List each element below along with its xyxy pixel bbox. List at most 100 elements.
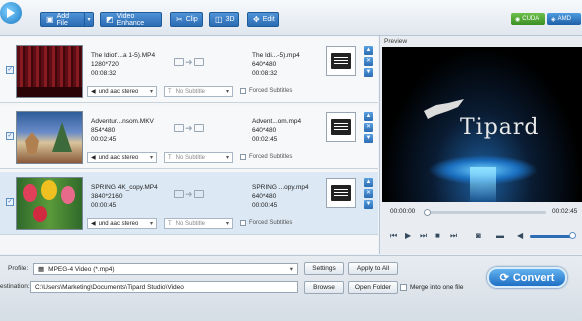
- output-format-button[interactable]: [326, 46, 356, 76]
- move-up-icon[interactable]: ▲: [364, 178, 373, 187]
- chevron-down-icon: ▾: [289, 266, 293, 273]
- audio-track-value: und aac stereo: [98, 154, 139, 161]
- chevron-down-icon: ▾: [149, 221, 153, 227]
- end-icon[interactable]: ⏭: [450, 231, 457, 241]
- play-icon[interactable]: ▶: [405, 231, 411, 240]
- move-up-icon[interactable]: ▲: [364, 46, 373, 55]
- folder-icon[interactable]: ▬: [496, 231, 504, 240]
- subtitle-select[interactable]: T No Subtitle ▾: [164, 86, 233, 97]
- file-list: ✓ The Idiot'...a 1-5).MP4 1280*720 00:08…: [0, 36, 378, 254]
- forced-subtitles-label: Forced Subtitles: [249, 220, 293, 226]
- video-enhance-button[interactable]: ◩ Video Enhance: [100, 12, 162, 27]
- convert-refresh-icon: ⟳: [499, 272, 509, 284]
- chevron-down-icon: ▾: [225, 221, 229, 227]
- file-row[interactable]: ✓ Adventur...nsom.MKV 854*480 00:02:45 ➜…: [0, 106, 378, 169]
- mp4-format-icon: ▦: [38, 266, 45, 273]
- file-row[interactable]: ✓ The Idiot'...a 1-5).MP4 1280*720 00:08…: [0, 40, 378, 103]
- edit-icon: ✥: [253, 15, 260, 24]
- nvidia-icon: ◉: [515, 16, 521, 23]
- remove-icon[interactable]: ✕: [364, 123, 373, 132]
- source-duration: 00:00:45: [91, 202, 117, 209]
- move-down-icon[interactable]: ▼: [364, 68, 373, 77]
- source-resolution: 3840*2160: [91, 193, 123, 200]
- edit-button[interactable]: ✥ Edit: [247, 12, 279, 27]
- output-duration: 00:02:45: [252, 136, 278, 143]
- forced-subtitles-checkbox[interactable]: Forced Subtitles: [240, 154, 292, 160]
- seek-bar[interactable]: [426, 211, 546, 214]
- add-file-icon: ▣: [46, 15, 54, 24]
- move-down-icon[interactable]: ▼: [364, 200, 373, 209]
- seek-handle[interactable]: [424, 209, 431, 216]
- clip-button[interactable]: ✂ Clip: [170, 12, 203, 27]
- profile-value: MPEG-4 Video (*.mp4): [48, 265, 115, 273]
- stop-icon[interactable]: ■: [435, 231, 440, 240]
- source-file-name: The Idiot'...a 1-5).MP4: [91, 52, 156, 59]
- source-info: SPRING 4K_copy.MP4 3840*2160 00:00:45: [91, 183, 158, 210]
- source-info: The Idiot'...a 1-5).MP4 1280*720 00:08:3…: [91, 51, 155, 78]
- 3d-button[interactable]: ◫ 3D: [209, 12, 239, 27]
- source-resolution: 854*480: [91, 127, 116, 134]
- app-logo-icon: [0, 2, 22, 24]
- forced-subtitles-label: Forced Subtitles: [249, 154, 293, 160]
- 3d-label: 3D: [225, 16, 235, 23]
- amd-badge[interactable]: ◈ AMD: [547, 13, 581, 25]
- audio-track-select[interactable]: ◀ und aac stereo ▾: [87, 152, 157, 163]
- file-checkbox[interactable]: ✓: [6, 198, 14, 206]
- remove-icon[interactable]: ✕: [364, 57, 373, 66]
- apply-to-all-button[interactable]: Apply to All: [348, 262, 398, 275]
- volume-handle[interactable]: [569, 232, 576, 239]
- forced-subtitles-label: Forced Subtitles: [249, 88, 293, 94]
- settings-button[interactable]: Settings: [304, 262, 344, 275]
- move-down-icon[interactable]: ▼: [364, 134, 373, 143]
- subtitle-select[interactable]: T No Subtitle ▾: [164, 152, 233, 163]
- open-folder-button[interactable]: Open Folder: [348, 281, 398, 294]
- next-frame-icon[interactable]: ⏭: [420, 231, 427, 241]
- output-resolution: 640*480: [252, 193, 277, 200]
- audio-track-select[interactable]: ◀ und aac stereo ▾: [87, 86, 157, 97]
- output-file-name: Advent...om.mp4: [252, 118, 302, 125]
- subtitle-value: No Subtitle: [175, 220, 206, 227]
- amd-icon: ◈: [551, 16, 556, 23]
- add-file-button[interactable]: ▣ Add File: [40, 12, 85, 27]
- cuda-badge[interactable]: ◉ CUDA: [511, 13, 545, 25]
- browse-button[interactable]: Browse: [304, 281, 344, 294]
- forced-subtitles-checkbox[interactable]: Forced Subtitles: [240, 220, 292, 226]
- convert-label: Convert: [512, 271, 555, 284]
- audio-track-value: und aac stereo: [98, 88, 139, 95]
- remove-icon[interactable]: ✕: [364, 189, 373, 198]
- output-format-button[interactable]: [326, 112, 356, 142]
- subtitle-select[interactable]: T No Subtitle ▾: [164, 218, 233, 229]
- speaker-icon: ◀: [91, 89, 96, 95]
- subtitle-icon: T: [168, 154, 172, 161]
- row-side-buttons: ▲ ✕ ▼: [364, 178, 373, 211]
- merge-checkbox[interactable]: Merge into one file: [400, 284, 463, 291]
- forced-subtitles-checkbox[interactable]: Forced Subtitles: [240, 88, 292, 94]
- convert-button[interactable]: ⟳ Convert: [487, 267, 567, 288]
- profile-label: Profile:: [8, 265, 29, 272]
- audio-track-select[interactable]: ◀ und aac stereo ▾: [87, 218, 157, 229]
- snapshot-icon[interactable]: ◙: [476, 231, 481, 240]
- move-up-icon[interactable]: ▲: [364, 112, 373, 121]
- output-resolution: 640*480: [252, 61, 277, 68]
- total-time: 00:02:45: [552, 208, 578, 215]
- scissors-icon: ✂: [176, 15, 183, 24]
- profile-select[interactable]: ▦ MPEG-4 Video (*.mp4) ▾: [33, 263, 298, 275]
- previous-icon[interactable]: ⏮: [390, 231, 397, 241]
- file-row[interactable]: ✓ SPRING 4K_copy.MP4 3840*2160 00:00:45 …: [0, 172, 378, 235]
- merge-label: Merge into one file: [410, 284, 464, 291]
- output-file-name: SPRING ...opy.mp4: [252, 184, 309, 191]
- file-checkbox[interactable]: ✓: [6, 66, 14, 74]
- destination-field[interactable]: C:\Users\Marketing\Documents\Tipard Stud…: [30, 281, 298, 293]
- output-format-button[interactable]: [326, 178, 356, 208]
- file-checkbox[interactable]: ✓: [6, 132, 14, 140]
- convert-arrow-icon: ➜: [174, 120, 218, 136]
- add-file-dropdown-button[interactable]: ▾: [84, 12, 94, 27]
- convert-arrow-icon: ➜: [174, 54, 218, 70]
- 3d-icon: ◫: [215, 15, 223, 24]
- speaker-icon: ◀: [91, 155, 96, 161]
- current-time: 00:00:00: [390, 208, 416, 215]
- film-format-icon: [331, 185, 351, 201]
- destination-label: estination:: [0, 283, 30, 290]
- volume-icon[interactable]: ◀: [517, 231, 523, 240]
- video-thumbnail: [16, 177, 83, 230]
